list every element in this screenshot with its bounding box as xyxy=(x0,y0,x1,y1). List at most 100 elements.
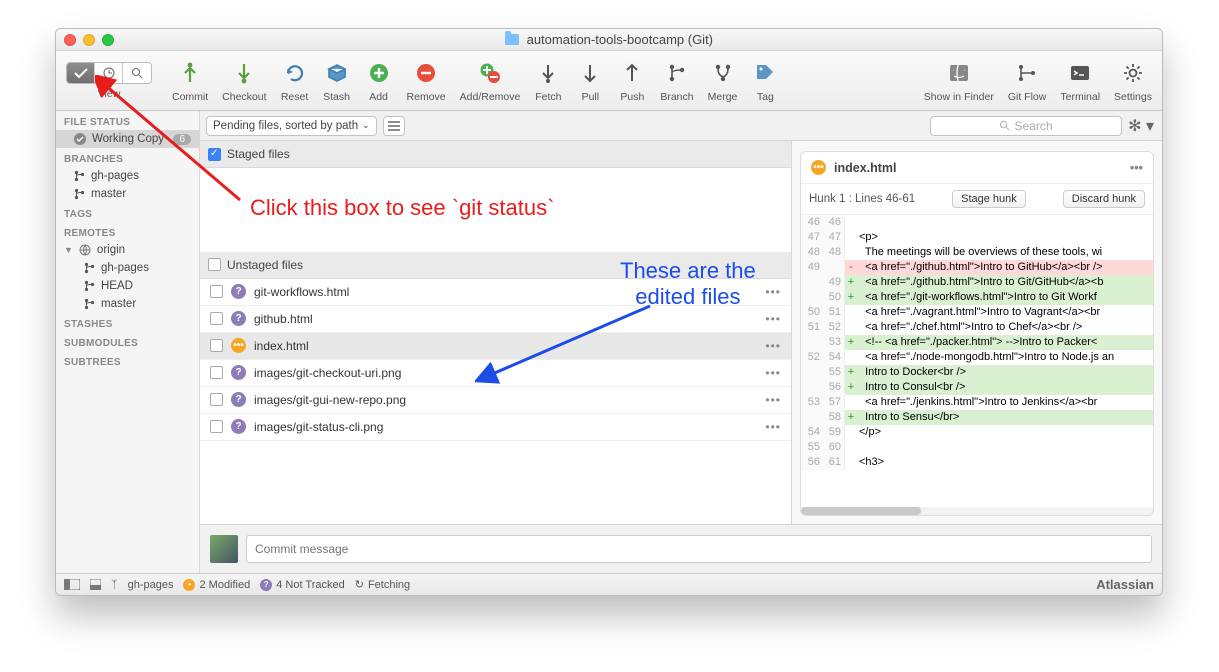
diff-line[interactable]: 5560 xyxy=(801,440,1153,455)
statusbar: ᛉ gh-pages • 2 Modified ? 4 Not Tracked … xyxy=(56,573,1162,595)
diff-line[interactable]: 53 + <!-- <a href="./packer.html"> -->In… xyxy=(801,335,1153,350)
fetch-button[interactable]: Fetch xyxy=(534,59,562,103)
untracked-status-icon: ? xyxy=(231,311,246,326)
file-row[interactable]: ? images/git-checkout-uri.png ••• xyxy=(200,360,791,387)
sidebar-remote-branch-master[interactable]: master xyxy=(56,295,199,313)
reset-button[interactable]: Reset xyxy=(281,59,309,103)
diff-line[interactable]: 5152 <a href="./chef.html">Intro to Chef… xyxy=(801,320,1153,335)
sort-dropdown[interactable]: Pending files, sorted by path ⌄ xyxy=(206,116,377,136)
diff-line[interactable]: 5661 <h3> xyxy=(801,455,1153,470)
stage-hunk-button[interactable]: Stage hunk xyxy=(952,190,1026,208)
tag-button[interactable]: Tag xyxy=(751,59,779,103)
branch-button[interactable]: Branch xyxy=(660,59,693,103)
view-mode-segment[interactable] xyxy=(66,62,152,84)
avatar xyxy=(210,535,238,563)
diff-line[interactable]: 5051 <a href="./vagrant.html">Intro to V… xyxy=(801,305,1153,320)
commit-message-input[interactable] xyxy=(246,535,1152,563)
diff-line[interactable]: 55 + Intro to Docker<br /> xyxy=(801,365,1153,380)
stash-button[interactable]: Stash xyxy=(323,59,351,103)
toolbar-label: Terminal xyxy=(1060,91,1100,103)
pull-button[interactable]: Pull xyxy=(576,59,604,103)
file-menu-button[interactable]: ••• xyxy=(765,366,781,380)
toolbar-label: Add xyxy=(369,91,388,103)
sidebar-item-remote-origin[interactable]: ▼ origin xyxy=(56,241,199,259)
settings-gear-button[interactable]: ✻ ▾ xyxy=(1128,116,1154,136)
branch-icon xyxy=(663,59,691,87)
horizontal-scrollbar[interactable] xyxy=(801,507,1153,515)
current-branch-label[interactable]: gh-pages xyxy=(128,579,174,591)
diff-line[interactable]: 5459 </p> xyxy=(801,425,1153,440)
commit-icon xyxy=(176,59,204,87)
diff-line[interactable]: 58 + Intro to Sensu</br> xyxy=(801,410,1153,425)
discard-hunk-button[interactable]: Discard hunk xyxy=(1063,190,1145,208)
diff-line[interactable]: 49 - <a href="./github.html">Intro to Gi… xyxy=(801,260,1153,275)
gitflow-button[interactable]: Git Flow xyxy=(1008,59,1047,103)
view-label: View xyxy=(98,88,121,100)
diff-line[interactable]: 50 + <a href="./git-workflows.html">Intr… xyxy=(801,290,1153,305)
untracked-status-icon: ? xyxy=(231,284,246,299)
list-mode-button[interactable] xyxy=(383,116,405,136)
diff-line[interactable]: 4646 xyxy=(801,215,1153,230)
commit-area xyxy=(200,524,1162,573)
diff-line[interactable]: 4848 The meetings will be overviews of t… xyxy=(801,245,1153,260)
file-row[interactable]: ? images/git-status-cli.png ••• xyxy=(200,414,791,441)
diff-line[interactable]: 49 + <a href="./github.html">Intro to Gi… xyxy=(801,275,1153,290)
add-button[interactable]: Add xyxy=(365,59,393,103)
untracked-status: ? 4 Not Tracked xyxy=(260,579,344,591)
file-menu-button[interactable]: ••• xyxy=(765,285,781,299)
file-menu-button[interactable]: ••• xyxy=(765,420,781,434)
sidebar-remote-branch-gh-pages[interactable]: gh-pages xyxy=(56,259,199,277)
file-checkbox[interactable] xyxy=(210,366,223,379)
sidebar-heading-file-status: FILE STATUS xyxy=(56,111,199,130)
remove-button[interactable]: Remove xyxy=(407,59,446,103)
file-checkbox[interactable] xyxy=(210,339,223,352)
history-view-button[interactable] xyxy=(95,63,123,83)
folder-icon xyxy=(505,34,519,45)
section-label: Unstaged files xyxy=(227,258,303,272)
file-row[interactable]: ? images/git-gui-new-repo.png ••• xyxy=(200,387,791,414)
file-checkbox[interactable] xyxy=(210,420,223,433)
file-row[interactable]: ••• index.html ••• xyxy=(200,333,791,360)
file-menu-button[interactable]: ••• xyxy=(765,339,781,353)
diff-line[interactable]: 4747 <p> xyxy=(801,230,1153,245)
diff-line[interactable]: 5254 <a href="./node-mongodb.html">Intro… xyxy=(801,350,1153,365)
checkout-button[interactable]: Checkout xyxy=(222,59,266,103)
finder-icon xyxy=(945,59,973,87)
sidebar-branch-gh-pages[interactable]: gh-pages xyxy=(56,167,199,185)
remove-icon xyxy=(412,59,440,87)
file-menu-button[interactable]: ••• xyxy=(765,393,781,407)
panel-toggle-icon[interactable] xyxy=(90,579,101,590)
file-checkbox[interactable] xyxy=(210,312,223,325)
sidebar-item-label: master xyxy=(101,298,136,310)
check-circle-icon xyxy=(74,133,86,145)
commit-button[interactable]: Commit xyxy=(172,59,208,103)
settings-button[interactable]: Settings xyxy=(1114,59,1152,103)
diff-code-view[interactable]: 4646 4747 <p> 4848 The meetings will be … xyxy=(801,215,1153,507)
file-name: images/git-checkout-uri.png xyxy=(254,366,401,380)
file-menu-button[interactable]: ••• xyxy=(765,312,781,326)
terminal-button[interactable]: Terminal xyxy=(1060,59,1100,103)
refresh-icon: ↻ xyxy=(355,578,364,591)
search-input[interactable]: Search xyxy=(930,116,1122,136)
unstaged-checkbox[interactable] xyxy=(208,258,221,271)
diff-line[interactable]: 56 + Intro to Consul<br /> xyxy=(801,380,1153,395)
staged-checkbox[interactable] xyxy=(208,148,221,161)
branch-icon xyxy=(84,280,95,292)
merge-button[interactable]: Merge xyxy=(708,59,738,103)
diff-line[interactable]: 5357 <a href="./jenkins.html">Intro to J… xyxy=(801,395,1153,410)
sidebar-toggle-icon[interactable] xyxy=(64,579,80,590)
toolbar-label: Merge xyxy=(708,91,738,103)
sidebar-remote-branch-HEAD[interactable]: HEAD xyxy=(56,277,199,295)
file-status-view-button[interactable] xyxy=(67,63,95,83)
toolbar-label: Fetch xyxy=(535,91,561,103)
sidebar-item-working-copy[interactable]: Working Copy 6 xyxy=(56,130,199,148)
addremove-button[interactable]: Add/Remove xyxy=(460,59,521,103)
diff-file-menu-button[interactable]: ••• xyxy=(1130,161,1143,175)
app-window: automation-tools-bootcamp (Git) View Com… xyxy=(55,28,1163,596)
file-checkbox[interactable] xyxy=(210,393,223,406)
sidebar-branch-master[interactable]: master xyxy=(56,185,199,203)
finder-button[interactable]: Show in Finder xyxy=(924,59,994,103)
push-button[interactable]: Push xyxy=(618,59,646,103)
search-view-button[interactable] xyxy=(123,63,151,83)
file-checkbox[interactable] xyxy=(210,285,223,298)
